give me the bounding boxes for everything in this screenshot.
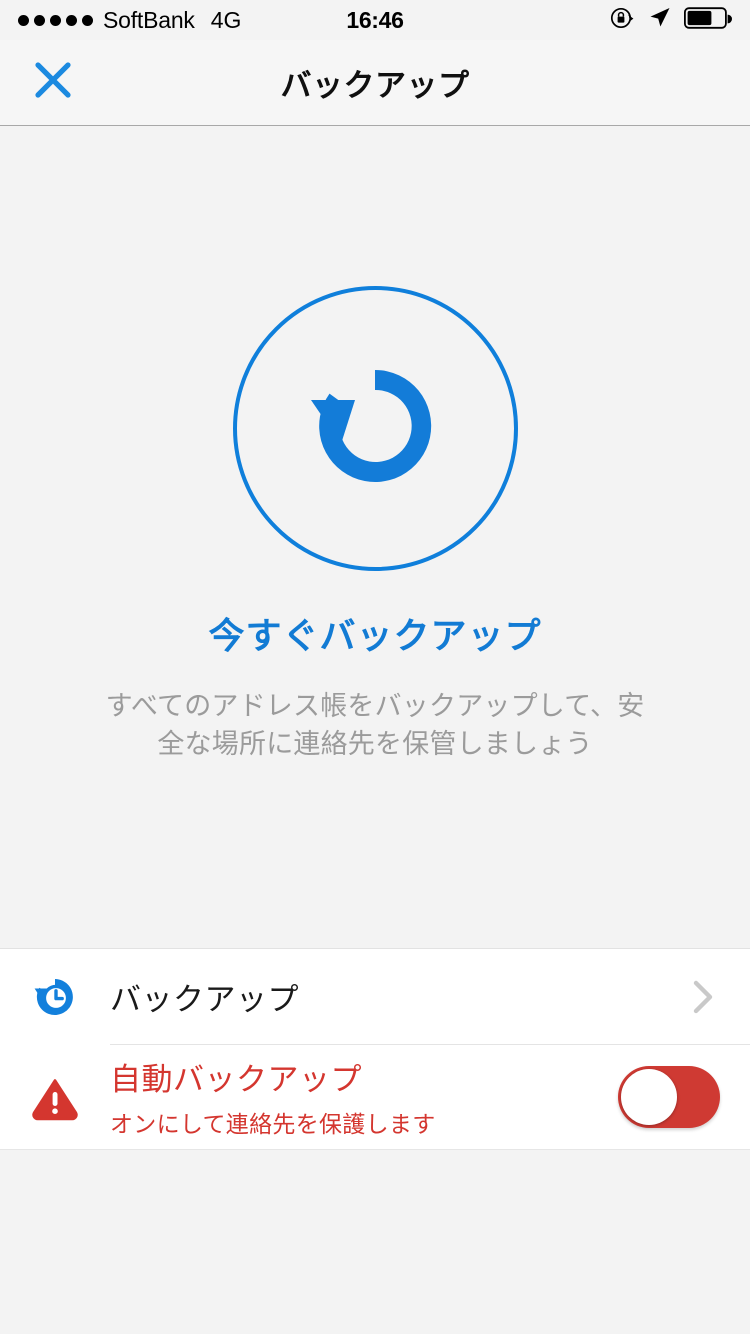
chevron-right-icon bbox=[688, 975, 718, 1019]
list-item-label: 自動バックアップ bbox=[110, 1062, 362, 1098]
status-bar-right bbox=[609, 5, 732, 36]
list-item-auto-backup-body: 自動バックアップ オンにして連絡先を保護します bbox=[110, 1054, 618, 1139]
backup-now-button[interactable] bbox=[232, 286, 518, 571]
list-item-sublabel: オンにして連絡先を保護します bbox=[110, 1111, 436, 1138]
warning-triangle-icon bbox=[26, 1072, 84, 1122]
backup-restore-icon bbox=[285, 336, 465, 521]
backup-history-icon bbox=[26, 972, 84, 1022]
close-icon bbox=[32, 59, 74, 106]
status-bar-left: SoftBank 4G bbox=[18, 7, 241, 34]
bottom-spacer bbox=[0, 1149, 750, 1334]
signal-strength-dots bbox=[18, 14, 93, 26]
list-item-auto-backup[interactable]: 自動バックアップ オンにして連絡先を保護します bbox=[0, 1045, 750, 1149]
app-screen: SoftBank 4G 16:46 バックアップ 今すぐバックアップ すべてのア… bbox=[0, 0, 750, 1334]
backup-hero-section: 今すぐバックアップ すべてのアドレス帳をバックアップして、安全な場所に連絡先を保… bbox=[0, 126, 750, 948]
network-type-label: 4G bbox=[210, 6, 242, 33]
navigation-bar: バックアップ bbox=[0, 40, 750, 126]
backup-description: すべてのアドレス帳をバックアップして、安全な場所に連絡先を保管しましょう bbox=[105, 691, 645, 760]
page-title: バックアップ bbox=[280, 68, 470, 103]
location-arrow-icon bbox=[647, 5, 672, 35]
backup-now-label: 今すぐバックアップ bbox=[208, 615, 542, 656]
close-button[interactable] bbox=[30, 60, 76, 106]
rotation-lock-icon bbox=[609, 5, 635, 36]
list-item-label: バックアップ bbox=[110, 982, 299, 1018]
settings-list: バックアップ 自動バックアップ オンにして連絡先を保護します bbox=[0, 947, 750, 1150]
list-item-backup-history[interactable]: バックアップ bbox=[0, 949, 750, 1045]
battery-icon bbox=[683, 6, 732, 35]
toggle-knob bbox=[621, 1068, 677, 1125]
list-item-backup-history-body: バックアップ bbox=[110, 974, 688, 1019]
carrier-label: SoftBank bbox=[103, 6, 195, 33]
auto-backup-toggle[interactable] bbox=[618, 1065, 720, 1128]
status-bar: SoftBank 4G 16:46 bbox=[0, 0, 750, 40]
